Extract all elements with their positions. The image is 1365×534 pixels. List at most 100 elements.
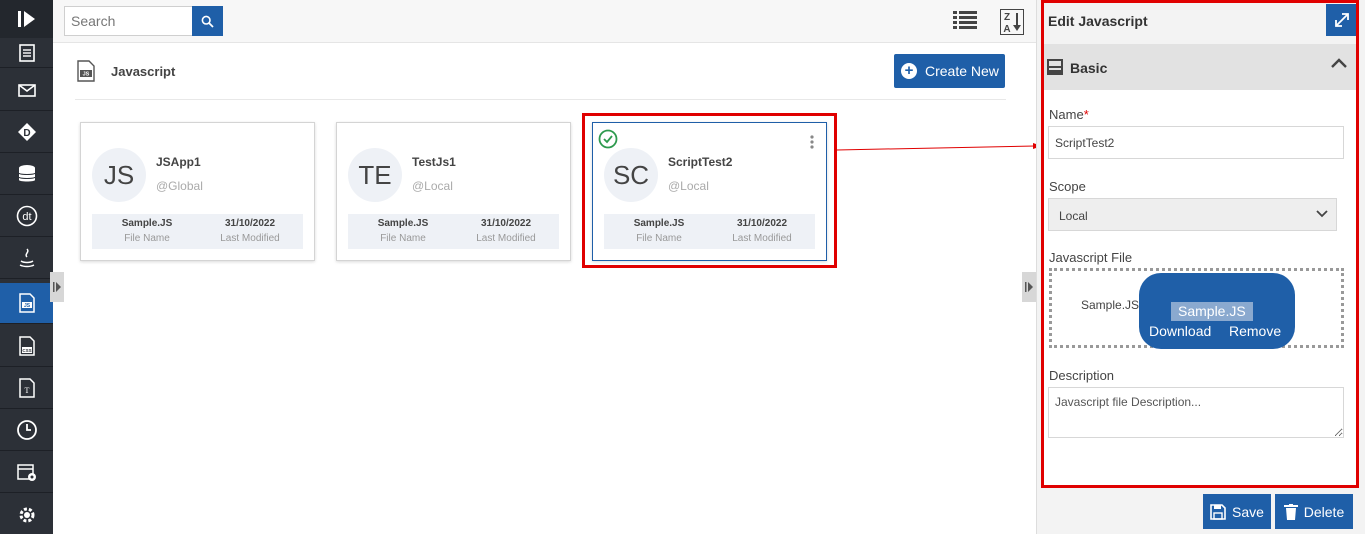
modified-value: 31/10/2022 — [480, 218, 532, 229]
file-dropzone[interactable]: Sample.JS Sample.JS Download Remove — [1049, 268, 1344, 349]
list-view-button[interactable] — [953, 10, 979, 34]
search-box — [64, 6, 223, 36]
panel-toggle-icon — [53, 282, 61, 292]
app-logo[interactable] — [0, 0, 53, 38]
save-icon — [1210, 503, 1226, 520]
expand-panel-button[interactable] — [1326, 4, 1358, 36]
js-file-icon: JS — [77, 60, 95, 82]
file-hover-popup: Sample.JS Download Remove — [1139, 273, 1295, 349]
sort-za-icon: Z A — [1000, 9, 1024, 35]
card-scope: @Global — [156, 179, 203, 193]
check-circle-icon — [598, 129, 618, 149]
clock-icon — [16, 420, 37, 440]
modified-label: Last Modified — [476, 233, 536, 244]
expand-icon — [1335, 13, 1349, 27]
modified-label: Last Modified — [732, 233, 792, 244]
left-collapse-toggle[interactable] — [50, 272, 64, 302]
card-scope: @Local — [668, 179, 709, 193]
script-card[interactable]: TE TestJs1 @Local Sample.JS File Name 31… — [336, 122, 571, 261]
card-title: JSApp1 — [156, 155, 201, 169]
description-field[interactable] — [1048, 387, 1344, 438]
rail-item-java[interactable] — [0, 238, 53, 279]
modified-column: 31/10/2022 Last Modified — [712, 218, 812, 244]
rail-item-dt[interactable]: dt — [0, 196, 53, 237]
rail-item-text[interactable]: T — [0, 368, 53, 409]
rail-item-documents[interactable] — [0, 38, 53, 68]
svg-text:Z: Z — [1004, 12, 1010, 23]
list-view-icon — [953, 11, 977, 29]
scope-selected-value: Local — [1059, 209, 1088, 223]
svg-text:D: D — [23, 128, 30, 139]
section-basic-header[interactable]: Basic — [1044, 44, 1356, 90]
page-header: JS Javascript + Create New — [75, 54, 1006, 100]
search-button[interactable] — [192, 6, 223, 36]
name-label-text: Name — [1049, 107, 1084, 122]
card-avatar: TE — [348, 148, 402, 202]
card-title: ScriptTest2 — [668, 155, 733, 169]
right-collapse-toggle[interactable] — [1022, 272, 1036, 302]
text-file-icon: T — [18, 378, 35, 398]
modified-value: 31/10/2022 — [224, 218, 276, 229]
card-meta: Sample.JS File Name 31/10/2022 Last Modi… — [92, 214, 303, 249]
rail-item-mail[interactable] — [0, 70, 53, 111]
document-icon — [18, 43, 35, 62]
top-toolbar: Z A — [53, 0, 1036, 43]
create-new-label: Create New — [925, 63, 999, 79]
file-name-column: Sample.JS File Name — [353, 218, 453, 244]
name-field[interactable] — [1048, 126, 1344, 159]
file-name-label: File Name — [380, 233, 426, 244]
svg-text:A: A — [1003, 24, 1010, 35]
panel-title: Edit Javascript — [1048, 13, 1148, 29]
create-new-button[interactable]: + Create New — [894, 54, 1005, 88]
rail-item-database[interactable] — [0, 154, 53, 195]
card-meta: Sample.JS File Name 31/10/2022 Last Modi… — [348, 214, 559, 249]
file-name-label: File Name — [124, 233, 170, 244]
trash-icon — [1283, 503, 1298, 520]
rail-item-css[interactable]: CSS — [0, 326, 53, 367]
rail-item-d[interactable]: D — [0, 112, 53, 153]
delete-label: Delete — [1303, 503, 1345, 520]
rail-item-history[interactable] — [0, 410, 53, 451]
file-pill-name: Sample.JS — [1171, 302, 1253, 321]
svg-text:JS: JS — [83, 72, 90, 78]
search-input[interactable] — [64, 6, 192, 36]
mail-icon — [17, 83, 36, 97]
rail-item-javascript[interactable]: JS — [0, 283, 53, 324]
rail-item-scheduler[interactable] — [0, 452, 53, 493]
svg-text:T: T — [24, 386, 29, 395]
chevron-up-icon[interactable] — [1331, 58, 1347, 68]
database-icon — [18, 165, 35, 182]
delete-button[interactable]: Delete — [1275, 494, 1353, 529]
rail-item-settings[interactable] — [0, 494, 53, 534]
modified-value: 31/10/2022 — [736, 218, 788, 229]
card-avatar: JS — [92, 148, 146, 202]
save-button[interactable]: Save — [1203, 494, 1271, 529]
card-title: TestJs1 — [412, 155, 456, 169]
calendar-settings-icon — [16, 464, 36, 481]
scope-select[interactable]: Local — [1048, 198, 1337, 231]
modified-column: 31/10/2022 Last Modified — [200, 218, 300, 244]
page-title: Javascript — [111, 64, 176, 79]
more-vertical-icon[interactable] — [810, 135, 814, 149]
form-section-icon — [1047, 59, 1063, 75]
name-label: Name* — [1049, 107, 1089, 122]
svg-text:dt: dt — [22, 211, 31, 223]
javascript-file-label: Javascript File — [1049, 250, 1133, 265]
script-card-selected[interactable]: SC ScriptTest2 @Local Sample.JS File Nam… — [592, 122, 827, 261]
plus-circle-icon: + — [901, 63, 917, 79]
sort-button[interactable]: Z A — [1000, 9, 1024, 35]
logo-icon — [17, 11, 35, 27]
section-title: Basic — [1070, 60, 1108, 76]
script-card[interactable]: JS JSApp1 @Global Sample.JS File Name 31… — [80, 122, 315, 261]
modified-label: Last Modified — [220, 233, 280, 244]
card-scope: @Local — [412, 179, 453, 193]
scope-label: Scope — [1049, 179, 1086, 194]
file-name-value: Sample.JS — [377, 218, 429, 229]
remove-link[interactable]: Remove — [1229, 323, 1281, 339]
svg-text:JS: JS — [23, 303, 30, 309]
required-mark: * — [1083, 107, 1089, 122]
save-label: Save — [1232, 503, 1264, 520]
card-avatar: SC — [604, 148, 658, 202]
file-name-column: Sample.JS File Name — [609, 218, 709, 244]
download-link[interactable]: Download — [1149, 323, 1211, 339]
